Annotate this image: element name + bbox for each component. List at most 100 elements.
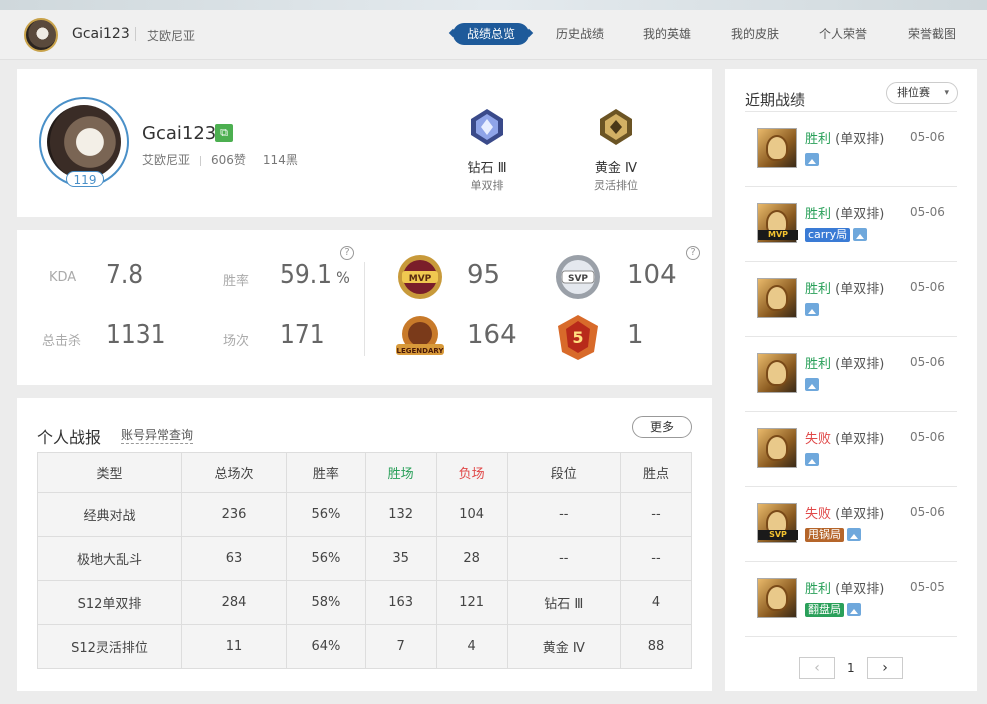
image-icon[interactable] bbox=[847, 528, 861, 541]
table-row: S12灵活排位 11 64% 7 4 黄金 Ⅳ 88 bbox=[37, 624, 693, 669]
legendary-medal-icon: LEGENDARY bbox=[396, 316, 444, 355]
more-button[interactable]: 更多 bbox=[632, 416, 692, 438]
image-icon[interactable] bbox=[805, 303, 819, 316]
blacks-count: 114黑 bbox=[262, 153, 298, 167]
svp-medal-text: SVP bbox=[568, 274, 588, 284]
list-item[interactable]: MVP 胜利 (单双排) 05-06 carry局 bbox=[745, 187, 957, 262]
image-icon[interactable] bbox=[805, 453, 819, 466]
cell: S12灵活排位 bbox=[37, 624, 182, 669]
table-header: 类型 总场次 胜率 胜场 负场 段位 胜点 bbox=[37, 452, 693, 493]
cell: 163 bbox=[364, 580, 437, 625]
col-total: 总场次 bbox=[180, 452, 288, 493]
image-icon[interactable] bbox=[853, 228, 868, 241]
list-item[interactable]: 胜利 (单双排) 05-06 bbox=[745, 262, 957, 337]
tab-history[interactable]: 历史战绩 bbox=[556, 23, 604, 45]
cell: 11 bbox=[180, 624, 288, 669]
result-label: 胜利 bbox=[805, 282, 832, 297]
nav-avatar[interactable] bbox=[24, 18, 58, 52]
list-item[interactable]: SVP 失败 (单双排) 05-06 甩锅局 bbox=[745, 487, 957, 562]
champion-portrait bbox=[757, 353, 797, 393]
stats-divider bbox=[364, 262, 365, 356]
match-result: 胜利 (单双排) bbox=[805, 278, 884, 297]
cell: -- bbox=[506, 492, 621, 537]
match-date: 05-06 bbox=[910, 430, 945, 444]
match-date: 05-06 bbox=[910, 505, 945, 519]
match-result: 失败 (单双排) bbox=[805, 428, 884, 447]
profile-avatar-ring: 119 bbox=[39, 97, 129, 187]
match-result: 胜利 (单双排) bbox=[805, 578, 884, 597]
tab-screenshots[interactable]: 荣誉截图 bbox=[908, 23, 956, 45]
champion-portrait bbox=[757, 128, 797, 168]
svp-medal-icon: SVP bbox=[556, 255, 600, 299]
winrate-unit: % bbox=[336, 268, 350, 287]
col-lp: 胜点 bbox=[619, 452, 693, 493]
nav-username[interactable]: Gcai123 bbox=[72, 26, 130, 42]
cell: -- bbox=[506, 536, 621, 581]
cell: 104 bbox=[435, 492, 508, 537]
list-item[interactable]: 失败 (单双排) 05-06 bbox=[745, 412, 957, 487]
winrate-number: 59.1 bbox=[280, 260, 333, 290]
page-number[interactable]: 1 bbox=[847, 661, 855, 675]
col-wins: 胜场 bbox=[364, 452, 437, 493]
cell: 236 bbox=[180, 492, 288, 537]
image-icon[interactable] bbox=[847, 603, 861, 616]
queue-filter-dropdown[interactable]: 排位赛 ▾ bbox=[886, 82, 958, 104]
image-icon[interactable] bbox=[805, 378, 819, 391]
list-item[interactable]: 胜利 (单双排) 05-05 翻盘局 bbox=[745, 562, 957, 637]
rank-solo: 钻石 Ⅲ 单双排 bbox=[452, 107, 522, 193]
kills-value: 1131 bbox=[106, 320, 166, 350]
report-card: 个人战报 账号异常查询 更多 类型 总场次 胜率 胜场 负场 段位 胜点 经典对… bbox=[17, 398, 712, 691]
col-tier: 段位 bbox=[506, 452, 621, 493]
result-label: 胜利 bbox=[805, 207, 832, 222]
kills-label: 总击杀 bbox=[42, 334, 82, 349]
match-badges bbox=[805, 452, 819, 467]
match-date: 05-06 bbox=[910, 280, 945, 294]
profile-avatar[interactable] bbox=[47, 105, 121, 179]
match-mode: (单双排) bbox=[835, 582, 885, 597]
stats-card: KDA 7.8 胜率 59.1% 总击杀 1131 场次 171 ? MVP 9… bbox=[17, 230, 712, 385]
stats-help-icon[interactable]: ? bbox=[340, 246, 354, 260]
cell: 7 bbox=[364, 624, 437, 669]
tab-heroes[interactable]: 我的英雄 bbox=[643, 23, 691, 45]
rank-solo-tier: 钻石 Ⅲ bbox=[467, 161, 507, 176]
cell: 28 bbox=[435, 536, 508, 581]
tab-skins[interactable]: 我的皮肤 bbox=[731, 23, 779, 45]
tab-honors[interactable]: 个人荣誉 bbox=[819, 23, 867, 45]
match-result: 失败 (单双排) bbox=[805, 503, 884, 522]
mvp-medal-icon: MVP bbox=[398, 255, 442, 299]
next-page-button[interactable]: › bbox=[867, 657, 903, 679]
winrate-value: 59.1% bbox=[280, 260, 350, 290]
copy-icon[interactable]: ⧉ bbox=[215, 124, 233, 142]
cell: 56% bbox=[286, 492, 366, 537]
legendary-count: 164 bbox=[467, 320, 517, 350]
nav-divider bbox=[135, 27, 136, 41]
col-winrate: 胜率 bbox=[286, 452, 366, 493]
cell: 4 bbox=[619, 580, 693, 625]
winrate-label: 胜率 bbox=[223, 274, 250, 289]
cell: 63 bbox=[180, 536, 288, 581]
medals-help-icon[interactable]: ? bbox=[686, 246, 700, 260]
list-item[interactable]: 胜利 (单双排) 05-06 bbox=[745, 112, 957, 187]
pentakill-medal-icon: 5 bbox=[558, 315, 598, 360]
chevron-down-icon: ▾ bbox=[944, 88, 949, 98]
match-date: 05-06 bbox=[910, 205, 945, 219]
account-anomaly-link[interactable]: 账号异常查询 bbox=[121, 426, 194, 444]
list-item[interactable]: 胜利 (单双排) 05-06 bbox=[745, 337, 957, 412]
col-type: 类型 bbox=[37, 452, 182, 493]
champion-portrait bbox=[757, 278, 797, 318]
report-title: 个人战报 bbox=[37, 428, 102, 447]
rank-solo-queue: 单双排 bbox=[470, 179, 504, 192]
prev-page-button[interactable]: ‹ bbox=[799, 657, 835, 679]
rank-flex-queue: 灵活排位 bbox=[594, 179, 638, 192]
match-badge: 甩锅局 bbox=[805, 527, 844, 542]
match-badge: 翻盘局 bbox=[805, 602, 844, 617]
pentakill-medal-text: 5 bbox=[572, 328, 583, 347]
tab-overview[interactable]: 战绩总览 bbox=[453, 23, 530, 45]
cell: 4 bbox=[435, 624, 508, 669]
games-value: 171 bbox=[280, 320, 325, 350]
table-row: S12单双排 284 58% 163 121 钻石 Ⅲ4 bbox=[37, 580, 693, 625]
recent-title: 近期战绩 bbox=[745, 91, 806, 109]
image-icon[interactable] bbox=[805, 153, 819, 166]
cell: 经典对战 bbox=[37, 492, 182, 537]
mvp-medal-text: MVP bbox=[409, 274, 432, 284]
